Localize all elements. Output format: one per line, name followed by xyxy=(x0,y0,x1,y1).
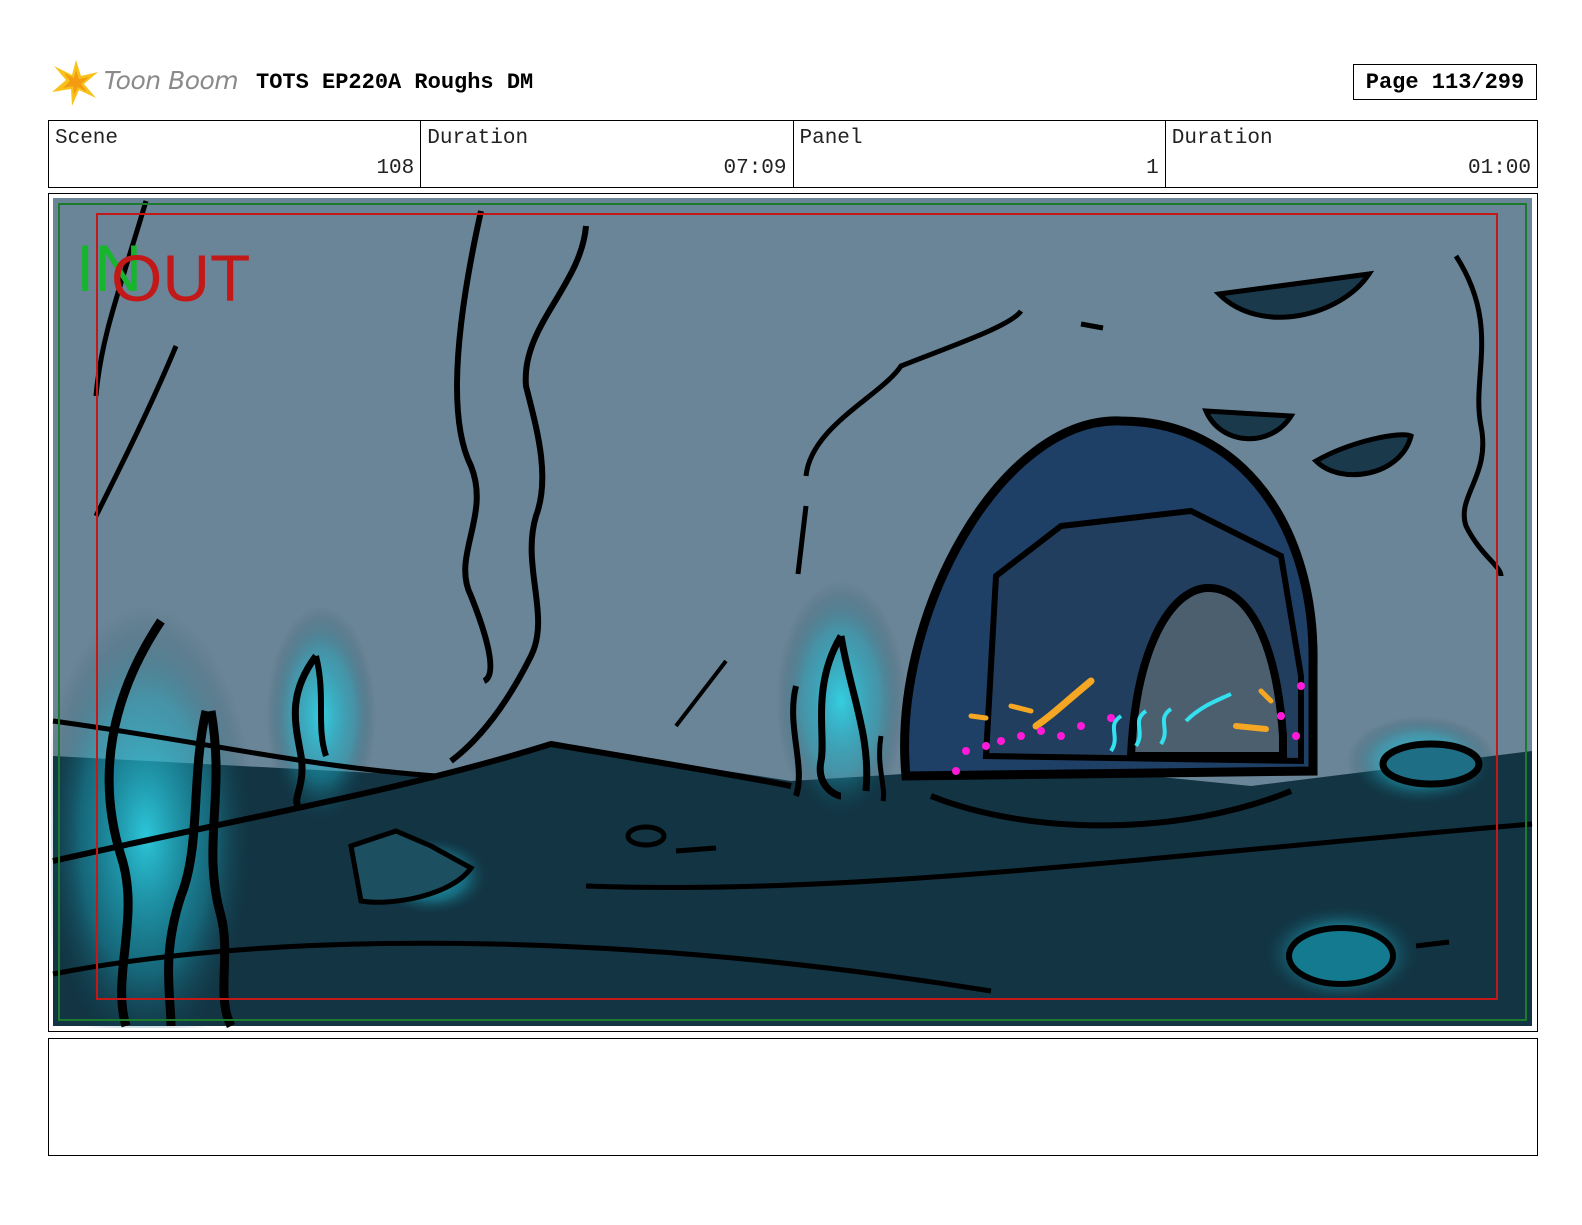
scene-label: Scene xyxy=(55,127,119,150)
glowing-rock-right xyxy=(1379,740,1483,788)
scene-duration-value: 07:09 xyxy=(723,157,787,180)
panel-artwork: IN OUT xyxy=(51,198,1533,1028)
document-title: TOTS EP220A Roughs DM xyxy=(256,70,534,95)
panel-value: 1 xyxy=(1146,157,1159,180)
panel-duration-value: 01:00 xyxy=(1467,157,1531,180)
storyboard-panel: IN OUT xyxy=(48,193,1538,1032)
panel-notes-box xyxy=(48,1038,1538,1156)
logo-text: Toon Boom xyxy=(104,66,239,95)
scene-duration-cell: Duration 07:09 xyxy=(421,121,794,187)
panel-duration-cell: Duration 01:00 xyxy=(1166,121,1537,187)
scene-duration-label: Duration xyxy=(427,127,529,150)
out-label: OUT xyxy=(111,241,250,315)
page-number: Page 113/299 xyxy=(1365,69,1525,95)
scene-cell: Scene 108 xyxy=(49,121,422,187)
scene-value: 108 xyxy=(376,157,415,180)
small-rock-2 xyxy=(675,845,717,854)
glowing-rock-bottom xyxy=(1286,925,1396,987)
panel-label: Panel xyxy=(799,127,863,150)
scene-info-table: Scene 108 Duration 07:09 Panel 1 Duratio… xyxy=(48,120,1538,188)
panel-duration-label: Duration xyxy=(1171,127,1273,150)
page-indicator: Page 113/299 xyxy=(1353,64,1537,100)
panel-cell: Panel 1 xyxy=(794,121,1166,187)
